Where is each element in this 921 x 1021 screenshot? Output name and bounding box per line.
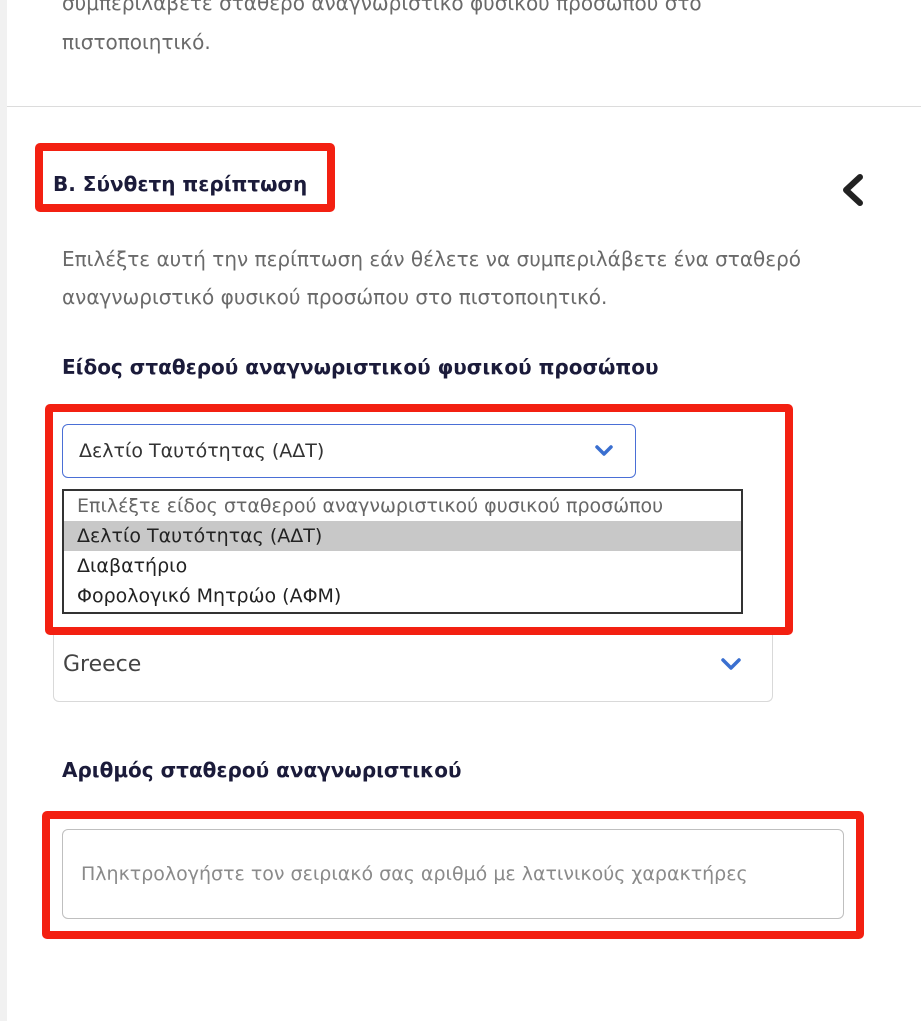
dropdown-option-placeholder[interactable]: Επιλέξτε είδος σταθερού αναγνωριστικού φ… bbox=[64, 491, 741, 521]
chevron-down-icon bbox=[721, 658, 741, 670]
section-title: Β. Σύνθετη περίπτωση bbox=[53, 172, 308, 196]
dropdown-option-id-card[interactable]: Δελτίο Ταυτότητας (ΑΔΤ) bbox=[64, 521, 741, 551]
dropdown-option-passport[interactable]: Διαβατήριο bbox=[64, 551, 741, 581]
chevron-down-icon bbox=[595, 445, 613, 456]
intro-text: πιστοποιητικό. bbox=[62, 30, 211, 54]
id-number-label: Αριθμός σταθερού αναγνωριστικού bbox=[62, 758, 462, 782]
left-rule bbox=[0, 0, 7, 1021]
id-type-selected-value: Δελτίο Ταυτότητας (ΑΔΤ) bbox=[79, 440, 325, 462]
id-number-input[interactable] bbox=[62, 829, 844, 919]
dropdown-option-tax-registry[interactable]: Φορολογικό Μητρώο (ΑΦΜ) bbox=[64, 581, 741, 611]
id-type-dropdown-list: Επιλέξτε είδος σταθερού αναγνωριστικού φ… bbox=[62, 489, 743, 614]
id-type-select[interactable]: Δελτίο Ταυτότητας (ΑΔΤ) bbox=[62, 424, 636, 478]
intro-text-cut: συμπεριλάβετε σταθερό αναγνωριστικό φυσι… bbox=[62, 0, 702, 15]
country-select[interactable]: Greece bbox=[53, 634, 773, 702]
id-type-label: Είδος σταθερού αναγνωριστικού φυσικού πρ… bbox=[62, 355, 659, 379]
section-description: Επιλέξτε αυτή την περίπτωση εάν θέλετε ν… bbox=[62, 247, 802, 309]
chevron-left-icon[interactable] bbox=[838, 172, 868, 208]
section-divider bbox=[7, 106, 921, 107]
country-selected-value: Greece bbox=[63, 652, 142, 677]
